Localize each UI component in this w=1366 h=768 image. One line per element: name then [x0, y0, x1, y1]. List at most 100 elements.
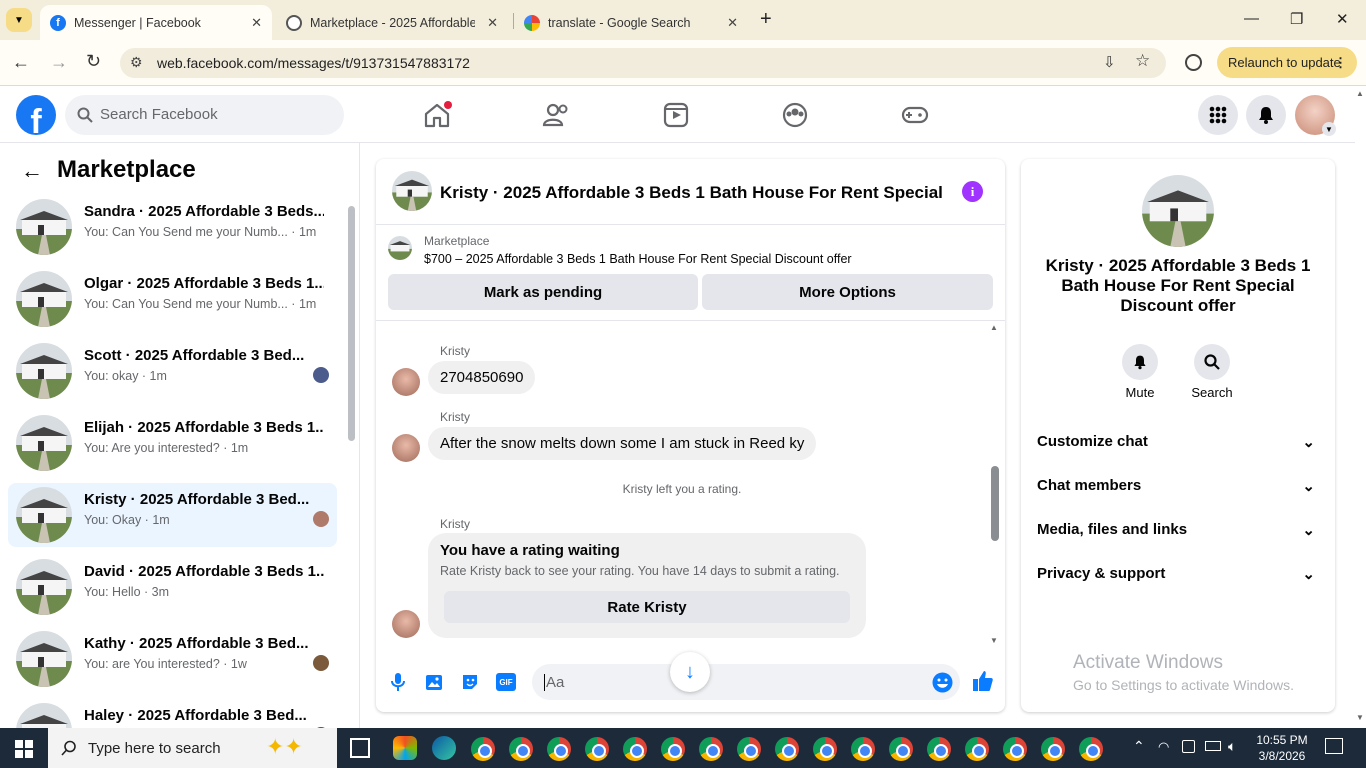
chrome-taskbar-icon[interactable] [927, 737, 951, 761]
tab-marketplace[interactable]: Marketplace - 2025 Affordable ✕ [276, 5, 508, 40]
listing-title[interactable]: $700 – 2025 Affordable 3 Beds 1 Bath Hou… [424, 252, 852, 266]
gif-icon[interactable]: GIF [496, 673, 516, 691]
copilot-icon[interactable] [393, 736, 417, 760]
task-view-icon[interactable] [350, 738, 370, 758]
bookmark-star-icon[interactable]: ☆ [1135, 51, 1150, 71]
notification-center-icon[interactable] [1325, 738, 1343, 754]
chat-scrollbar[interactable]: ▲ ▼ [990, 323, 1000, 648]
chrome-taskbar-icon[interactable] [547, 737, 571, 761]
network-icon[interactable]: ◠ [1158, 739, 1169, 755]
chrome-taskbar-icon[interactable] [699, 737, 723, 761]
site-settings-icon[interactable]: ⚙ [130, 54, 143, 71]
grid-icon [1209, 106, 1227, 124]
clock[interactable]: 10:55 PM 3/8/2026 [1252, 732, 1312, 764]
show-hidden-icons[interactable]: ⌃ [1133, 738, 1145, 755]
search-chat-button[interactable] [1194, 344, 1230, 380]
home-icon[interactable] [422, 100, 452, 130]
message-input[interactable]: Aa [532, 664, 960, 700]
close-tab-icon[interactable]: ✕ [727, 15, 738, 31]
mark-pending-button[interactable]: Mark as pending [388, 274, 698, 310]
back-arrow-icon[interactable]: ← [21, 158, 43, 184]
privacy-support-row[interactable]: Privacy & support ⌄ [1037, 565, 1327, 583]
chrome-taskbar-icon[interactable] [585, 737, 609, 761]
chrome-taskbar-icon[interactable] [851, 737, 875, 761]
chrome-taskbar-icon[interactable] [1041, 737, 1065, 761]
menu-grid-button[interactable] [1198, 95, 1238, 135]
conversation-item[interactable]: Scott · 2025 Affordable 3 Bed... You: oka… [8, 339, 337, 403]
install-app-icon[interactable]: ⇩ [1103, 53, 1116, 71]
chrome-taskbar-icon[interactable] [1079, 737, 1103, 761]
chrome-taskbar-icon[interactable] [737, 737, 761, 761]
tab-google-translate[interactable]: translate - Google Search ✕ [514, 5, 748, 40]
scrollbar[interactable] [347, 196, 355, 721]
scroll-to-bottom-button[interactable]: ↓ [670, 652, 710, 692]
new-tab-button[interactable]: + [760, 8, 772, 31]
sticker-icon[interactable] [460, 672, 480, 692]
more-menu-icon[interactable]: ⋮ [1334, 55, 1347, 71]
rate-kristy-button[interactable]: Rate Kristy [444, 591, 850, 623]
chrome-taskbar-icon[interactable] [965, 737, 989, 761]
conversation-item[interactable]: Kristy · 2025 Affordable 3 Bed... You: Ok… [8, 483, 337, 547]
close-tab-icon[interactable]: ✕ [251, 15, 262, 31]
chrome-taskbar-icon[interactable] [775, 737, 799, 761]
conversation-item[interactable]: Kathy · 2025 Affordable 3 Bed... You: are… [8, 627, 337, 691]
chrome-taskbar-icon[interactable] [889, 737, 913, 761]
tab-messenger[interactable]: f Messenger | Facebook ✕ [40, 5, 272, 40]
sender-avatar[interactable] [392, 434, 420, 462]
sender-avatar[interactable] [392, 368, 420, 396]
thumbs-up-icon[interactable] [972, 670, 994, 692]
facebook-search-input[interactable]: Search Facebook [65, 95, 344, 135]
message-sender: Kristy [440, 517, 470, 531]
volume-icon[interactable]: 🔈︎ [1228, 738, 1236, 755]
chrome-taskbar-icon[interactable] [509, 737, 533, 761]
video-icon[interactable] [661, 100, 691, 130]
chrome-taskbar-icon[interactable] [623, 737, 647, 761]
profile-icon[interactable] [1185, 54, 1202, 71]
restore-button[interactable]: ❐ [1290, 10, 1303, 28]
close-window-button[interactable]: ✕ [1336, 10, 1349, 28]
emoji-icon[interactable] [932, 672, 953, 693]
windows-start-icon[interactable] [15, 740, 33, 758]
chrome-taskbar-icon[interactable] [661, 737, 685, 761]
conversation-item[interactable]: David · 2025 Affordable 3 Beds 1... You: … [8, 555, 337, 619]
chevron-down-icon[interactable]: ▼ [1322, 122, 1336, 136]
sender-avatar[interactable] [392, 610, 420, 638]
message-bubble[interactable]: 2704850690 [428, 361, 536, 394]
customize-chat-row[interactable]: Customize chat ⌄ [1037, 433, 1327, 451]
forward-button[interactable]: → [50, 52, 68, 73]
chrome-taskbar-icon[interactable] [813, 737, 837, 761]
meet-now-icon[interactable] [1182, 740, 1195, 753]
close-tab-icon[interactable]: ✕ [487, 15, 498, 31]
page-scrollbar[interactable]: ▲ ▼ [1355, 87, 1366, 728]
conversation-name: Scott · 2025 Affordable 3 Bed... [84, 347, 305, 364]
info-icon[interactable]: i [962, 181, 983, 202]
friends-icon[interactable] [541, 100, 571, 130]
mute-button[interactable] [1122, 344, 1158, 380]
battery-icon[interactable] [1205, 741, 1221, 751]
minimize-button[interactable]: — [1244, 10, 1259, 27]
back-button[interactable]: ← [12, 52, 30, 73]
reload-button[interactable]: ↻ [86, 51, 101, 72]
notifications-button[interactable] [1246, 95, 1286, 135]
facebook-logo-icon[interactable]: f [16, 95, 56, 135]
more-options-button[interactable]: More Options [702, 274, 993, 310]
chat-members-row[interactable]: Chat members ⌄ [1037, 477, 1327, 495]
chrome-taskbar-icon[interactable] [1003, 737, 1027, 761]
message-bubble[interactable]: After the snow melts down some I am stuc… [428, 427, 817, 460]
chrome-taskbar-icon[interactable] [471, 737, 495, 761]
taskbar-search-input[interactable]: Type here to search ✦✦ [48, 728, 337, 768]
chat-title[interactable]: Kristy · 2025 Affordable 3 Beds 1 Bath H… [440, 183, 945, 203]
url-text[interactable]: web.facebook.com/messages/t/913731547883… [157, 55, 470, 71]
photo-icon[interactable] [424, 672, 444, 692]
groups-icon[interactable] [780, 100, 810, 130]
edge-icon[interactable] [432, 736, 456, 760]
microphone-icon[interactable] [390, 672, 406, 692]
chevron-down-icon: ⌄ [1302, 566, 1315, 583]
tab-search-dropdown-button[interactable]: ▼ [6, 8, 32, 32]
conversation-item[interactable]: Elijah · 2025 Affordable 3 Beds 1... You:… [8, 411, 337, 475]
gaming-icon[interactable] [900, 100, 930, 130]
relaunch-button[interactable]: Relaunch to update ⋮ [1217, 47, 1357, 78]
conversation-item[interactable]: Sandra · 2025 Affordable 3 Beds... You: C… [8, 195, 337, 259]
conversation-item[interactable]: Olgar · 2025 Affordable 3 Beds 1... You: … [8, 267, 337, 331]
media-files-links-row[interactable]: Media, files and links ⌄ [1037, 521, 1327, 539]
